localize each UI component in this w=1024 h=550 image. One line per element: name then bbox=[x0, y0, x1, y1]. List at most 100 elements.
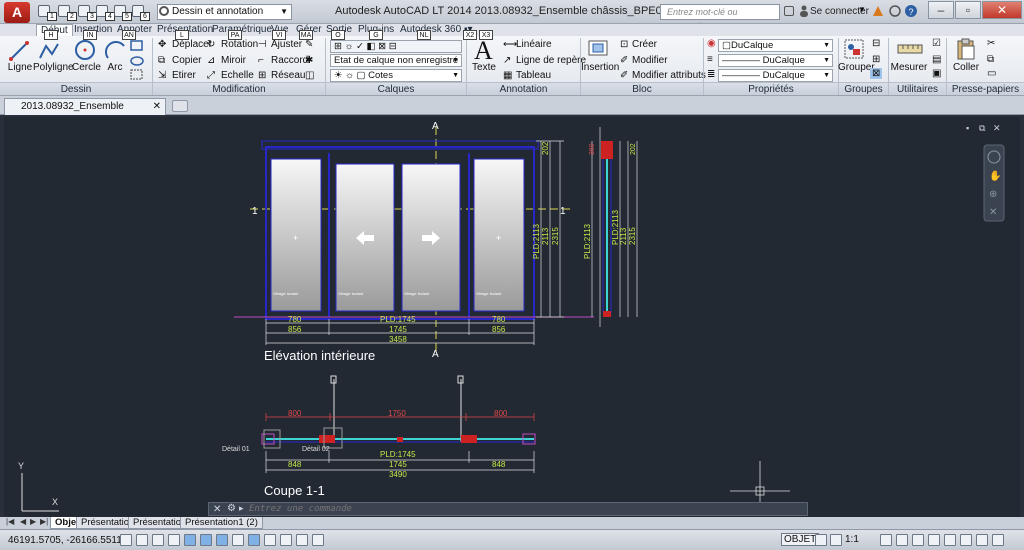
line-icon[interactable] bbox=[8, 40, 30, 62]
annotation-visibility-icon[interactable] bbox=[880, 534, 892, 546]
polyline-icon[interactable] bbox=[38, 40, 60, 62]
snap-mode-icon[interactable] bbox=[136, 534, 148, 546]
clean-screen-icon[interactable] bbox=[992, 534, 1004, 546]
close-window-button[interactable]: ✕ bbox=[982, 1, 1022, 19]
orbit-icon[interactable]: ✕ bbox=[989, 207, 997, 218]
lock-ui-icon[interactable] bbox=[928, 534, 940, 546]
connect-icon[interactable] bbox=[889, 5, 901, 17]
quick-properties-icon[interactable] bbox=[296, 534, 308, 546]
mirror-button[interactable]: Miroir bbox=[221, 55, 246, 66]
measure-button[interactable]: Mesurer bbox=[890, 62, 928, 73]
quick-view-layouts-icon[interactable] bbox=[815, 534, 827, 546]
annotation-scale[interactable]: 1:1 bbox=[845, 534, 859, 545]
color-wheel-icon[interactable]: ◉ bbox=[707, 38, 716, 49]
pan-icon[interactable]: ✋ bbox=[989, 169, 1001, 182]
panel-proprietes-footer[interactable]: Propriétés bbox=[704, 82, 838, 95]
array-button[interactable]: Réseau bbox=[271, 70, 305, 81]
measure-icon[interactable] bbox=[897, 42, 923, 56]
search-input[interactable]: Entrez mot-clé ou expression bbox=[660, 4, 780, 31]
application-menu-button[interactable]: A bbox=[4, 2, 30, 23]
workspace-select[interactable]: Dessin et annotation ▼ bbox=[157, 4, 292, 20]
trim-button[interactable]: Ajuster bbox=[271, 39, 302, 50]
lineweight-select[interactable]: ———— DuCalque ▼ bbox=[718, 69, 833, 82]
polar-tracking-icon[interactable] bbox=[184, 534, 196, 546]
group-edit-icon[interactable]: ⊞ bbox=[872, 54, 880, 65]
command-line[interactable]: ✕ ⚙ ▸ bbox=[208, 502, 808, 516]
auto-scale-icon[interactable] bbox=[896, 534, 908, 546]
restore-button[interactable]: ▫ bbox=[955, 1, 981, 19]
stretch-button[interactable]: Etirer bbox=[172, 70, 196, 81]
binoculars-icon[interactable] bbox=[784, 6, 794, 16]
scale-button[interactable]: Echelle bbox=[221, 70, 254, 81]
hardware-accel-icon[interactable] bbox=[960, 534, 972, 546]
wrench-icon[interactable]: ⚙ bbox=[227, 503, 236, 514]
first-tab-icon[interactable]: |◀ bbox=[6, 517, 14, 526]
panel-annotation-footer[interactable]: Annotation bbox=[467, 82, 580, 95]
fillet-button[interactable]: Raccord bbox=[271, 55, 308, 66]
edit-attributes-button[interactable]: Modifier attributs bbox=[632, 70, 706, 81]
layer-state-select[interactable]: Etat de calque non enregistré ▼ bbox=[330, 54, 462, 67]
panel-dessin-footer[interactable]: Dessin bbox=[0, 82, 152, 95]
quick-view-drawings-icon[interactable] bbox=[830, 534, 842, 546]
tab-parametrique[interactable]: Paramétrique bbox=[208, 24, 276, 36]
close-icon[interactable]: ✕ bbox=[153, 99, 161, 114]
new-document-tab-button[interactable] bbox=[172, 100, 188, 112]
workspace-switch-icon[interactable] bbox=[912, 534, 924, 546]
copy-clip-icon[interactable]: ⧉ bbox=[987, 54, 994, 65]
match-props-icon[interactable]: ▭ bbox=[987, 68, 996, 79]
text-button[interactable]: Texte bbox=[470, 62, 498, 73]
polyline-button[interactable]: Polyligne bbox=[33, 62, 74, 73]
copy-button[interactable]: Copier bbox=[172, 55, 201, 66]
region-icon[interactable] bbox=[130, 69, 144, 81]
erase-icon[interactable]: ✎ bbox=[305, 39, 313, 50]
insert-block-button[interactable]: Insertion bbox=[581, 62, 619, 73]
group-button[interactable]: Grouper bbox=[838, 62, 875, 73]
chevron-down-icon[interactable]: ▼ bbox=[858, 5, 866, 14]
linetype-icon[interactable]: ≡ bbox=[707, 54, 713, 65]
leader-button[interactable]: Ligne de repère bbox=[516, 55, 586, 66]
group-select-icon[interactable]: ⊠ bbox=[870, 68, 883, 79]
id-point-icon[interactable]: ▣ bbox=[932, 68, 941, 79]
quick-select-icon[interactable]: ☑ bbox=[932, 38, 941, 49]
lineweight-icon[interactable]: ≣ bbox=[707, 69, 715, 80]
panel-utilitaires-footer[interactable]: Utilitaires bbox=[889, 82, 946, 95]
layer-select[interactable]: ☀ ☼ ▢ Cotes ▼ bbox=[330, 69, 462, 82]
arc-button[interactable]: Arc bbox=[104, 62, 126, 73]
last-tab-icon[interactable]: ▶| bbox=[40, 517, 48, 526]
rotate-button[interactable]: Rotation bbox=[221, 39, 258, 50]
prev-tab-icon[interactable]: ◀ bbox=[20, 517, 26, 526]
arc-icon[interactable] bbox=[105, 40, 127, 62]
ungroup-icon[interactable]: ⊟ bbox=[872, 38, 880, 49]
isolate-objects-icon[interactable] bbox=[944, 534, 956, 546]
ortho-mode-icon[interactable] bbox=[168, 534, 180, 546]
circle-icon[interactable] bbox=[73, 38, 97, 62]
viewport-close-icon[interactable]: ✕ bbox=[993, 123, 1001, 133]
drawing-canvas[interactable]: A A 1 1 + + Vitrage isolant Vitrage isol… bbox=[4, 117, 1020, 517]
lineweight-toggle-icon[interactable] bbox=[264, 534, 276, 546]
cut-icon[interactable]: ✂ bbox=[987, 38, 995, 49]
status-menu-icon[interactable] bbox=[976, 534, 988, 546]
rectangle-icon[interactable] bbox=[130, 40, 144, 52]
explode-icon[interactable]: ✱ bbox=[305, 55, 313, 66]
panel-calques-footer[interactable]: Calques bbox=[326, 82, 466, 95]
exchange-icon[interactable] bbox=[872, 5, 884, 17]
panel-bloc-footer[interactable]: Bloc bbox=[581, 82, 703, 95]
group-icon[interactable] bbox=[843, 38, 865, 60]
dynamic-input-icon[interactable] bbox=[248, 534, 260, 546]
line-button[interactable]: Ligne bbox=[6, 62, 34, 73]
panel-presse-papiers-footer[interactable]: Presse-papiers bbox=[947, 82, 1024, 95]
dynamic-ucs-icon[interactable] bbox=[232, 534, 244, 546]
close-icon[interactable]: ✕ bbox=[213, 504, 221, 515]
edit-block-button[interactable]: Modifier bbox=[632, 55, 668, 66]
model-space-button[interactable]: OBJET bbox=[781, 533, 820, 546]
object-snap-tracking-icon[interactable] bbox=[216, 534, 228, 546]
layer-properties-toolbar[interactable]: ⊞ ☼ ✓ ◧ ⊠ ⊟ bbox=[330, 40, 462, 53]
create-block-button[interactable]: Créer bbox=[632, 39, 657, 50]
panel-modification-footer[interactable]: Modification bbox=[153, 82, 325, 95]
paste-icon[interactable] bbox=[956, 38, 976, 60]
panel-groupes-footer[interactable]: Groupes bbox=[839, 82, 888, 95]
linetype-select[interactable]: ———— DuCalque ▼ bbox=[718, 54, 833, 67]
transparency-icon[interactable] bbox=[280, 534, 292, 546]
command-input[interactable] bbox=[249, 503, 789, 515]
minimize-button[interactable]: – bbox=[928, 1, 954, 19]
